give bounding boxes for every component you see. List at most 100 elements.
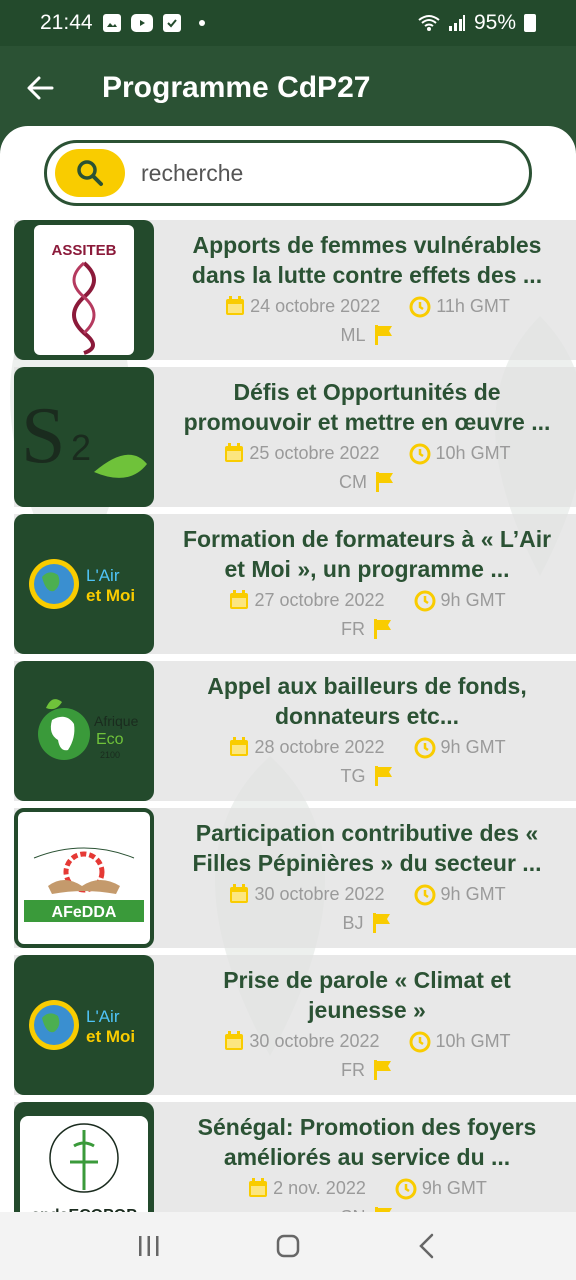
flag-icon <box>372 913 390 933</box>
organization-logo: S 2 <box>14 367 154 507</box>
search-input[interactable] <box>141 159 501 187</box>
flag-icon <box>374 619 391 639</box>
item-time: 9h GMT <box>440 589 506 610</box>
item-title: Participation contributive des « Filles … <box>192 820 542 876</box>
svg-text:L'Air: L'Air <box>86 1007 120 1026</box>
organization-logo: AFeDDA <box>14 808 154 948</box>
list-item[interactable]: L'Air et Moi Prise de parole « Climat et… <box>14 955 576 1102</box>
flag-icon <box>376 472 393 492</box>
item-title: Sénégal: Promotion des foyers améliorés … <box>197 1114 537 1170</box>
checkbox-icon <box>162 14 181 32</box>
svg-text:L'Air: L'Air <box>86 566 120 585</box>
calendar-icon <box>249 1178 268 1197</box>
list-item[interactable]: endaECOPOP Sénégal: Promotion des foyers… <box>14 1102 576 1214</box>
item-date: 28 octobre 2022 <box>254 736 385 757</box>
svg-text:et Moi: et Moi <box>86 1027 135 1046</box>
recent-apps-button[interactable] <box>129 1226 169 1266</box>
flag-icon <box>374 766 392 786</box>
item-language: FR <box>341 618 365 639</box>
item-title: Prise de parole « Climat et jeunesse » <box>223 967 511 1023</box>
alarm-clock-icon <box>414 590 436 612</box>
item-date: 25 octobre 2022 <box>249 442 380 463</box>
alarm-clock-icon <box>395 1178 417 1200</box>
organization-logo: Afrique Eco 2100 <box>14 661 154 801</box>
item-time: 9h GMT <box>421 1177 487 1198</box>
search-button[interactable] <box>55 149 125 197</box>
signal-icon <box>448 15 465 31</box>
item-time: 11h GMT <box>436 295 510 316</box>
item-title: Appel aux bailleurs de fonds, donnateurs… <box>207 673 527 729</box>
alarm-clock-icon <box>414 884 436 906</box>
item-language: BJ <box>342 912 364 933</box>
item-date: 2 nov. 2022 <box>273 1177 366 1198</box>
battery-level: 95% <box>473 11 516 34</box>
item-time: 9h GMT <box>440 883 506 904</box>
organization-logo: ASSITEB <box>14 220 154 360</box>
calendar-icon <box>226 296 245 315</box>
svg-text:AFeDDA: AFeDDA <box>52 904 117 921</box>
alarm-clock-icon <box>409 296 431 318</box>
calendar-icon <box>225 443 244 462</box>
item-title: Formation de formateurs à « L’Air et Moi… <box>182 526 552 582</box>
svg-text:S: S <box>21 392 66 480</box>
svg-text:Afrique: Afrique <box>94 713 139 729</box>
item-time: 10h GMT <box>435 442 511 463</box>
search-icon <box>77 160 103 186</box>
status-right: 95% <box>418 11 536 35</box>
item-date: 27 octobre 2022 <box>254 589 385 610</box>
item-language: ML <box>340 324 366 345</box>
item-date: 30 octobre 2022 <box>254 883 385 904</box>
calendar-icon <box>225 1031 244 1050</box>
svg-text:2: 2 <box>71 427 91 468</box>
item-language: CM <box>339 471 367 492</box>
status-left: 21:44 <box>40 11 205 35</box>
item-time: 10h GMT <box>435 1030 511 1051</box>
calendar-icon <box>230 884 249 903</box>
organization-logo: L'Air et Moi <box>14 514 154 654</box>
status-bar: 21:44 95% <box>0 0 576 46</box>
wifi-icon <box>418 15 440 31</box>
calendar-icon <box>230 590 249 609</box>
svg-text:ASSITEB: ASSITEB <box>51 242 116 259</box>
calendar-icon <box>230 737 249 756</box>
search-bar[interactable] <box>44 140 532 206</box>
svg-text:Eco: Eco <box>96 731 124 748</box>
content-area: ASSITEB Apports de femmes vulnérables da… <box>0 126 576 1214</box>
alarm-clock-icon <box>409 1031 431 1053</box>
svg-text:et Moi: et Moi <box>86 586 135 605</box>
youtube-icon <box>130 14 153 32</box>
list-item[interactable]: L'Air et Moi Formation de formateurs à «… <box>14 514 576 661</box>
app-bar: Programme CdP27 <box>0 46 576 130</box>
home-icon <box>276 1234 300 1258</box>
item-language: TG <box>340 765 366 786</box>
notification-dot-icon <box>198 20 205 26</box>
system-nav-bar <box>0 1212 576 1280</box>
flag-icon <box>374 325 392 345</box>
back-button[interactable] <box>22 70 58 106</box>
item-title: Défis et Opportunités de promouvoir et m… <box>183 379 551 435</box>
item-date: 24 octobre 2022 <box>250 295 381 316</box>
item-title: Apports de femmes vulnérables dans la lu… <box>191 232 543 288</box>
page-title: Programme CdP27 <box>102 71 371 104</box>
item-language: FR <box>341 1059 365 1080</box>
battery-icon <box>524 14 536 32</box>
organization-logo: L'Air et Moi <box>14 955 154 1095</box>
alarm-clock-icon <box>409 443 431 465</box>
item-date: 30 octobre 2022 <box>249 1030 380 1051</box>
status-time: 21:44 <box>40 11 93 34</box>
chevron-left-icon <box>418 1233 433 1259</box>
recent-apps-icon <box>139 1236 159 1256</box>
alarm-clock-icon <box>414 737 436 759</box>
organization-logo: endaECOPOP <box>14 1102 154 1214</box>
item-time: 9h GMT <box>440 736 506 757</box>
gallery-icon <box>102 14 121 32</box>
home-button[interactable] <box>268 1226 308 1266</box>
flag-icon <box>374 1060 391 1080</box>
list-item[interactable]: Afrique Eco 2100 Appel aux bailleurs de … <box>14 661 576 808</box>
arrow-left-icon <box>27 76 54 100</box>
list-item[interactable]: ASSITEB Apports de femmes vulnérables da… <box>14 220 576 367</box>
system-back-button[interactable] <box>407 1226 447 1266</box>
list-item[interactable]: AFeDDA Participation contributive des « … <box>14 808 576 955</box>
program-list: ASSITEB Apports de femmes vulnérables da… <box>14 220 576 1214</box>
list-item[interactable]: S 2 Défis et Opportunités de promouvoir … <box>14 367 576 514</box>
